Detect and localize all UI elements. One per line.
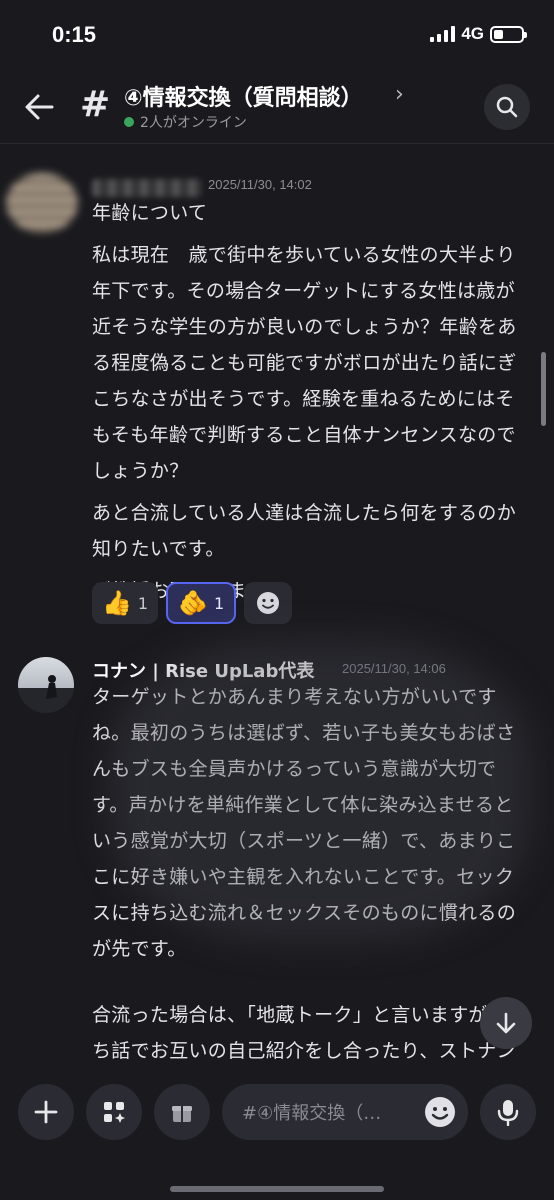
plus-icon: [34, 1100, 58, 1124]
cellular-signal-icon: [430, 26, 456, 42]
online-count: 2人がオンライン: [140, 115, 247, 131]
message-paragraph: 合流った場合は、「地蔵トーク」と言いますが、立ち話でお互いの自己紹介をし合ったり…: [92, 1004, 527, 1062]
reaction-bar: 👍 1 🫵 1: [92, 582, 293, 624]
emoji-picker-button[interactable]: [422, 1094, 458, 1130]
message-paragraph: あと合流している人達は合流したら何をするのか知りたいです。: [92, 502, 517, 560]
message-body: 年齢について 私は現在 歳で街中を歩いている女性の大半より年下です。その場合ター…: [92, 195, 532, 615]
message-paragraph: 私は現在 歳で街中を歩いている女性の大半より年下です。その場合ターゲットにする女…: [92, 244, 517, 482]
input-placeholder: #④情報交換（…: [242, 1103, 382, 1124]
add-reaction-button[interactable]: [244, 582, 293, 624]
channel-header: # ④情報交換（質問相談） › 2人がオンライン: [0, 70, 554, 144]
scrollbar[interactable]: [541, 352, 546, 426]
message-item[interactable]: 2025/11/30, 14:02 年齢について 私は現在 歳で街中を歩いている…: [0, 145, 554, 635]
reaction-pointing-hand[interactable]: 🫵 1: [166, 582, 237, 624]
smiley-icon: [257, 592, 280, 614]
message-composer: #④情報交換（…: [0, 1070, 554, 1200]
battery-icon: [490, 25, 527, 43]
online-status: 2人がオンライン: [124, 112, 247, 132]
reaction-count: 1: [137, 593, 149, 613]
reaction-thumbs-up[interactable]: 👍 1: [92, 582, 159, 624]
search-icon: [496, 96, 518, 118]
message-paragraph: 年齢について: [92, 202, 208, 224]
microphone-icon: [497, 1100, 519, 1126]
thumbs-up-icon: 👍: [102, 589, 132, 617]
smiley-icon: [425, 1097, 455, 1127]
message-list[interactable]: 2025/11/30, 14:02 年齢について 私は現在 歳で街中を歩いている…: [0, 145, 554, 1070]
add-attachment-button[interactable]: [18, 1084, 74, 1140]
reaction-count: 1: [213, 593, 225, 613]
channel-title[interactable]: ④情報交換（質問相談）: [124, 80, 363, 112]
arrow-down-icon: [496, 1012, 516, 1034]
gift-icon: [172, 1106, 192, 1122]
gift-button[interactable]: [154, 1084, 210, 1140]
chevron-right-icon[interactable]: ›: [395, 82, 404, 107]
online-dot-icon: [124, 117, 134, 127]
pointing-hand-icon: 🫵: [178, 589, 208, 617]
status-bar: 0:15 4G: [0, 0, 554, 70]
network-type: 4G: [461, 24, 484, 43]
avatar[interactable]: [18, 657, 74, 713]
jump-to-latest-button[interactable]: [480, 997, 532, 1049]
apps-icon: [104, 1102, 125, 1123]
status-time: 0:15: [52, 22, 97, 47]
blur-redaction: [110, 640, 530, 940]
home-indicator[interactable]: [170, 1186, 384, 1192]
hash-icon: #: [80, 84, 111, 125]
search-button[interactable]: [484, 84, 530, 130]
apps-button[interactable]: [86, 1084, 142, 1140]
message-input[interactable]: #④情報交換（…: [222, 1084, 468, 1140]
voice-message-button[interactable]: [480, 1084, 536, 1140]
message-timestamp: 2025/11/30, 14:02: [208, 177, 312, 192]
status-indicators: 4G: [430, 24, 527, 44]
avatar[interactable]: [6, 173, 78, 233]
back-arrow-icon[interactable]: [22, 90, 56, 124]
